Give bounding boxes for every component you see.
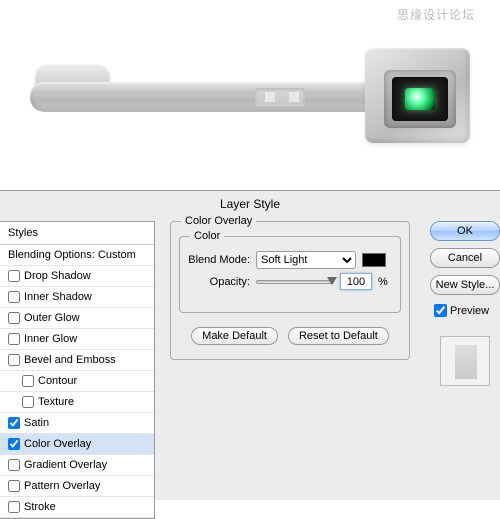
style-row[interactable]: Bevel and Emboss: [0, 350, 154, 371]
style-row[interactable]: Satin: [0, 413, 154, 434]
cancel-button[interactable]: Cancel: [430, 248, 500, 268]
new-style-button[interactable]: New Style...: [430, 275, 500, 295]
style-row[interactable]: Drop Shadow: [0, 266, 154, 287]
style-checkbox[interactable]: [22, 396, 34, 408]
color-legend: Color: [190, 230, 224, 242]
style-row[interactable]: Outer Glow: [0, 308, 154, 329]
make-default-button[interactable]: Make Default: [191, 327, 278, 345]
style-checkbox[interactable]: [22, 375, 34, 387]
styles-header[interactable]: Styles: [0, 222, 154, 245]
ok-button[interactable]: OK: [430, 221, 500, 241]
dialog-buttons: OK Cancel New Style... Preview: [430, 221, 500, 386]
style-checkbox[interactable]: [8, 291, 20, 303]
style-label: Pattern Overlay: [24, 480, 100, 492]
blending-options-row[interactable]: Blending Options: Custom: [0, 245, 154, 266]
style-row[interactable]: Pattern Overlay: [0, 476, 154, 497]
blend-mode-select[interactable]: Soft Light: [256, 251, 356, 269]
blending-options-label: Blending Options: Custom: [8, 249, 136, 261]
style-checkbox[interactable]: [8, 480, 20, 492]
style-checkbox[interactable]: [8, 417, 20, 429]
style-checkbox[interactable]: [8, 270, 20, 282]
styles-list: Styles Blending Options: Custom Drop Sha…: [0, 221, 155, 519]
opacity-input[interactable]: [340, 273, 372, 290]
style-row[interactable]: Inner Glow: [0, 329, 154, 350]
style-label: Inner Shadow: [24, 291, 92, 303]
opacity-slider[interactable]: [256, 280, 334, 284]
style-checkbox[interactable]: [8, 312, 20, 324]
style-row[interactable]: Gradient Overlay: [0, 455, 154, 476]
watermark-text: 思缘设计论坛: [397, 6, 475, 23]
color-swatch[interactable]: [362, 253, 386, 267]
opacity-label: Opacity:: [188, 276, 250, 288]
style-checkbox[interactable]: [8, 438, 20, 450]
style-checkbox[interactable]: [8, 459, 20, 471]
style-checkbox[interactable]: [8, 501, 20, 513]
style-label: Texture: [38, 396, 74, 408]
style-label: Color Overlay: [24, 438, 91, 450]
blend-mode-label: Blend Mode:: [188, 254, 250, 266]
style-checkbox[interactable]: [8, 333, 20, 345]
options-panel: Color Overlay Color Blend Mode: Soft Lig…: [170, 221, 410, 360]
style-row[interactable]: Texture: [0, 392, 154, 413]
preview-checkbox[interactable]: [434, 304, 447, 317]
style-label: Gradient Overlay: [24, 459, 107, 471]
style-row[interactable]: Stroke: [0, 497, 154, 518]
style-label: Outer Glow: [24, 312, 80, 324]
style-label: Satin: [24, 417, 49, 429]
preview-thumbnail: [440, 336, 490, 386]
style-label: Drop Shadow: [24, 270, 91, 282]
preview-label: Preview: [450, 305, 489, 317]
style-row[interactable]: Color Overlay: [0, 434, 154, 455]
style-label: Inner Glow: [24, 333, 77, 345]
device-render: [30, 40, 470, 150]
style-row[interactable]: Inner Shadow: [0, 287, 154, 308]
style-label: Stroke: [24, 501, 56, 513]
layer-style-dialog: Layer Style Styles Blending Options: Cus…: [0, 190, 500, 500]
preview-image-area: [0, 0, 500, 190]
reset-default-button[interactable]: Reset to Default: [288, 327, 389, 345]
style-row[interactable]: Contour: [0, 371, 154, 392]
opacity-unit: %: [378, 276, 388, 288]
style-label: Contour: [38, 375, 77, 387]
style-label: Bevel and Emboss: [24, 354, 116, 366]
style-checkbox[interactable]: [8, 354, 20, 366]
group-legend: Color Overlay: [181, 215, 256, 227]
